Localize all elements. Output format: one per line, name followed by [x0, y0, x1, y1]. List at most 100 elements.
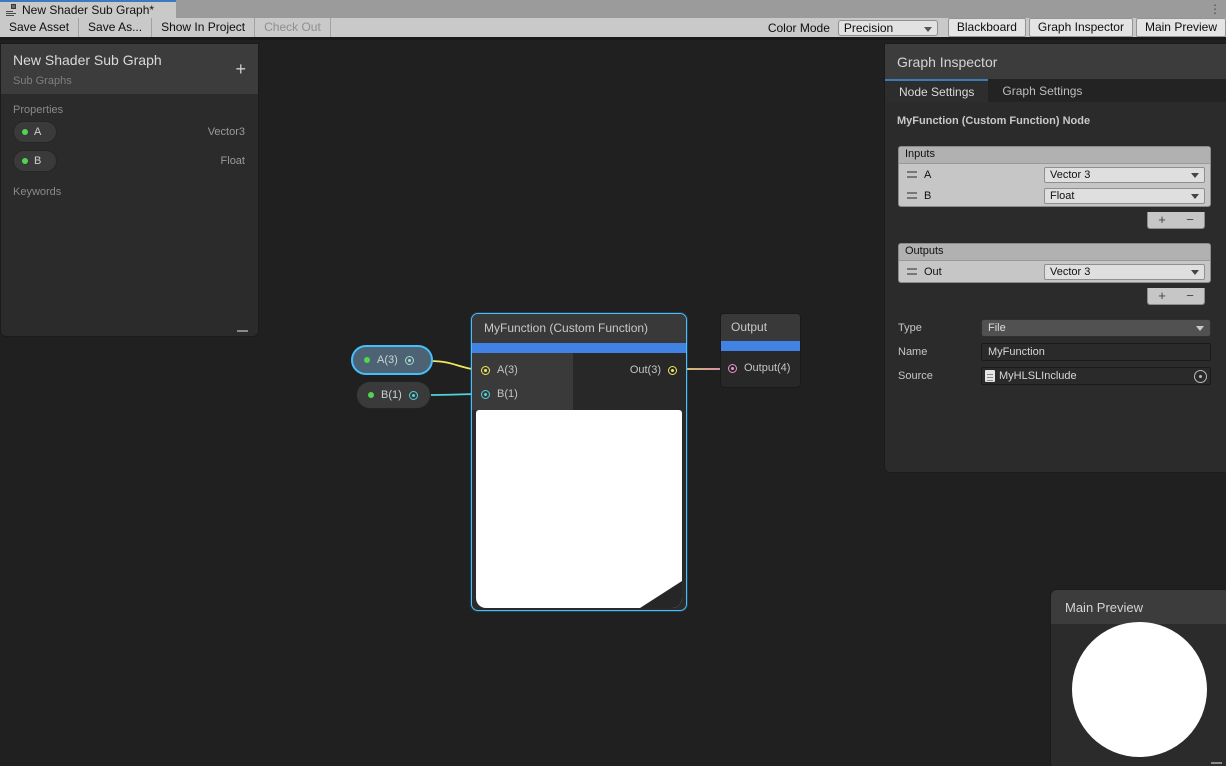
toolbar: Save Asset Save As... Show In Project Ch… — [0, 18, 1226, 40]
input-port-row[interactable]: A(3) — [472, 358, 573, 382]
property-name: A — [34, 126, 41, 138]
input-port-row[interactable]: B(1) — [472, 382, 573, 406]
output-node-port-row[interactable]: Output(4) — [721, 351, 800, 385]
port-label: Out(3) — [630, 364, 661, 376]
property-dot-icon — [368, 392, 374, 398]
port-icon[interactable] — [409, 391, 418, 400]
keywords-section-label: Keywords — [1, 176, 258, 200]
unity-shader-graph-window: A(3) B(1) MyFunction (Custom Function) A… — [0, 0, 1226, 766]
source-object-field[interactable]: MyHLSLInclude — [981, 367, 1211, 385]
add-input-button[interactable]: + — [1148, 212, 1176, 228]
property-pill-b[interactable]: B — [13, 150, 57, 172]
chevron-down-icon — [1191, 270, 1199, 275]
property-pill-a[interactable]: A — [13, 121, 57, 143]
source-field-row: Source MyHLSLInclude — [898, 367, 1211, 385]
tab-graph-settings[interactable]: Graph Settings — [988, 79, 1096, 102]
color-mode-dropdown[interactable]: Precision — [838, 20, 938, 36]
property-dot-icon — [364, 357, 370, 363]
graph-inspector-toggle-button[interactable]: Graph Inspector — [1029, 18, 1133, 37]
input-name[interactable]: B — [924, 190, 1044, 202]
input-name[interactable]: A — [924, 169, 1044, 181]
drag-handle-icon[interactable] — [907, 268, 917, 275]
blackboard-property-row[interactable]: A Vector3 — [1, 118, 258, 147]
name-input[interactable]: MyFunction — [981, 343, 1211, 361]
graph-inspector-title: Graph Inspector — [897, 54, 997, 70]
main-preview-panel: Main Preview — [1050, 589, 1226, 766]
subgraph-asset-icon — [6, 4, 18, 16]
output-row-out[interactable]: Out Vector 3 — [899, 261, 1210, 282]
output-node[interactable]: Output Output(4) — [720, 313, 801, 388]
source-object-name: MyHLSLInclude — [999, 370, 1077, 382]
property-node-label: A(3) — [377, 354, 398, 366]
inspector-tab-bar: Node Settings Graph Settings — [885, 79, 1226, 102]
blackboard-toggle-button[interactable]: Blackboard — [948, 18, 1026, 37]
property-node-a[interactable]: A(3) — [351, 345, 433, 375]
add-output-button[interactable]: + — [1148, 288, 1176, 304]
input-type-dropdown[interactable]: Float — [1044, 188, 1205, 204]
property-node-label: B(1) — [381, 389, 402, 401]
main-preview-resize-handle[interactable] — [1211, 762, 1222, 764]
document-tab[interactable]: New Shader Sub Graph* — [0, 0, 176, 18]
outputs-list-header: Outputs — [899, 244, 1210, 261]
object-picker-icon[interactable] — [1194, 370, 1207, 383]
property-dot-icon — [22, 129, 28, 135]
save-as-button[interactable]: Save As... — [79, 18, 152, 37]
output-port-row[interactable]: Out(3) — [573, 358, 686, 382]
preview-sphere — [1072, 622, 1207, 757]
blackboard-title: New Shader Sub Graph — [13, 52, 246, 68]
blackboard-property-row[interactable]: B Float — [1, 147, 258, 176]
blackboard-resize-handle[interactable] — [237, 330, 248, 332]
main-preview-body[interactable] — [1051, 624, 1226, 766]
color-mode-value: Precision — [844, 21, 893, 35]
custom-function-node[interactable]: MyFunction (Custom Function) A(3) B(1) O… — [471, 313, 687, 611]
drag-handle-icon[interactable] — [907, 171, 917, 178]
input-row-a[interactable]: A Vector 3 — [899, 164, 1210, 185]
inputs-list: Inputs A Vector 3 B Float — [898, 146, 1211, 207]
main-preview-header[interactable]: Main Preview — [1051, 590, 1226, 624]
main-preview-toggle-button[interactable]: Main Preview — [1136, 18, 1226, 37]
property-type: Vector3 — [208, 126, 245, 138]
property-node-b[interactable]: B(1) — [356, 381, 431, 409]
port-icon[interactable] — [481, 366, 490, 375]
tab-title: New Shader Sub Graph* — [22, 3, 154, 17]
color-mode-label: Color Mode — [760, 21, 838, 35]
tab-strip: New Shader Sub Graph* ⋮ — [0, 0, 1226, 18]
port-icon[interactable] — [728, 364, 737, 373]
input-type-dropdown[interactable]: Vector 3 — [1044, 167, 1205, 183]
add-property-button[interactable]: + — [235, 60, 246, 78]
port-icon[interactable] — [668, 366, 677, 375]
window-menu-icon[interactable]: ⋮ — [1208, 1, 1222, 17]
output-type-dropdown[interactable]: Vector 3 — [1044, 264, 1205, 280]
node-preview[interactable] — [476, 410, 682, 608]
blackboard-header[interactable]: New Shader Sub Graph Sub Graphs + — [1, 44, 258, 94]
node-title[interactable]: Output — [721, 314, 800, 341]
input-row-b[interactable]: B Float — [899, 185, 1210, 206]
port-icon[interactable] — [405, 356, 414, 365]
show-in-project-button[interactable]: Show In Project — [152, 18, 255, 37]
chevron-down-icon — [1191, 194, 1199, 199]
remove-output-button[interactable]: − — [1176, 288, 1204, 304]
output-port-container: Out(3) — [573, 353, 686, 410]
inputs-list-footer: + − — [1147, 212, 1205, 229]
save-asset-button[interactable]: Save Asset — [0, 18, 79, 37]
port-label: Output(4) — [744, 362, 790, 374]
port-icon[interactable] — [481, 390, 490, 399]
type-label: Type — [898, 322, 981, 334]
remove-input-button[interactable]: − — [1176, 212, 1204, 228]
property-type: Float — [221, 155, 245, 167]
preview-collapse-handle[interactable] — [640, 581, 682, 608]
precision-strip — [721, 341, 800, 351]
output-name[interactable]: Out — [924, 266, 1044, 278]
name-label: Name — [898, 346, 981, 358]
type-dropdown[interactable]: File — [981, 319, 1211, 337]
precision-strip — [472, 343, 686, 353]
properties-section-label: Properties — [1, 94, 258, 118]
tab-node-settings[interactable]: Node Settings — [885, 79, 988, 102]
drag-handle-icon[interactable] — [907, 192, 917, 199]
chevron-down-icon — [1196, 326, 1204, 331]
main-preview-title: Main Preview — [1065, 600, 1143, 615]
check-out-button: Check Out — [255, 18, 331, 37]
blackboard-subtitle: Sub Graphs — [13, 75, 246, 87]
graph-inspector-header[interactable]: Graph Inspector — [885, 44, 1226, 79]
node-title[interactable]: MyFunction (Custom Function) — [472, 314, 686, 343]
